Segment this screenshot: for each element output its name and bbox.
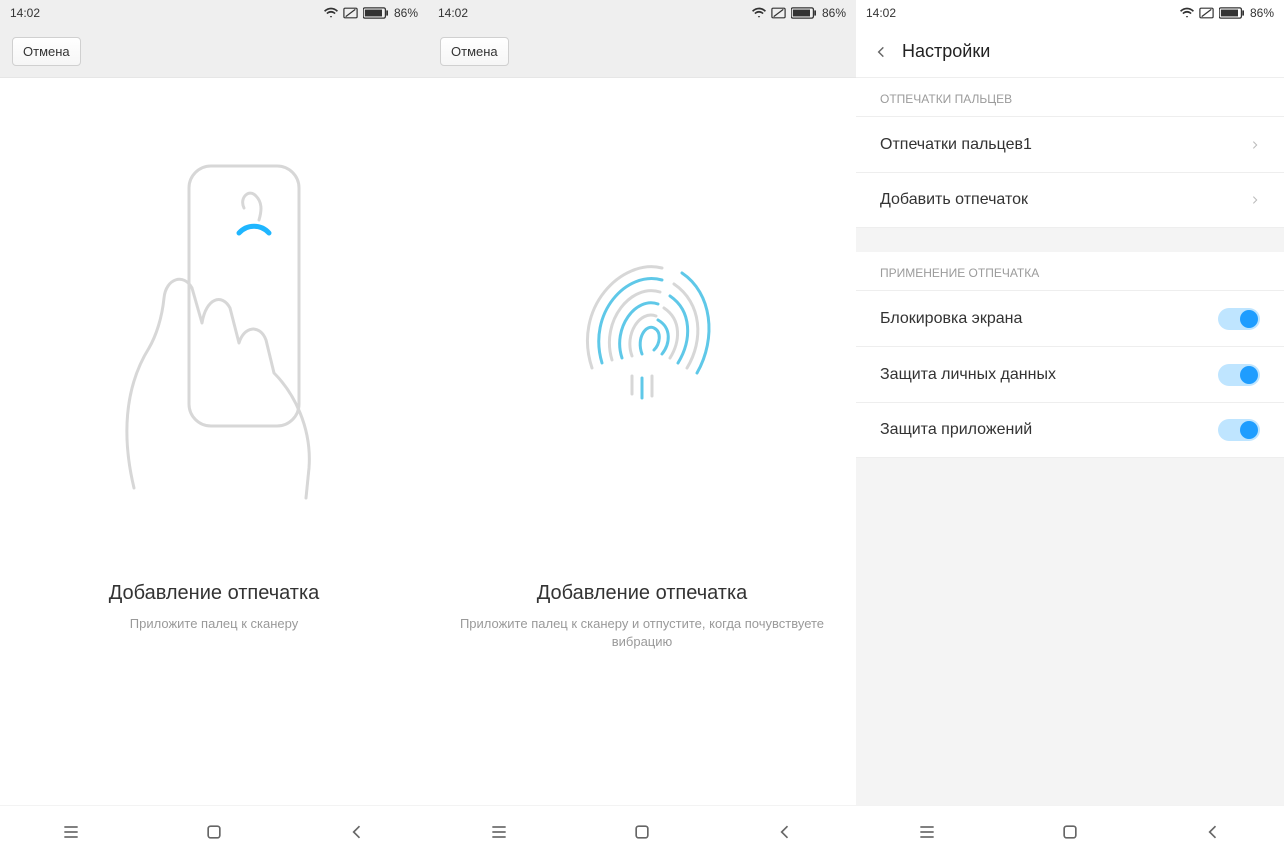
section-fingerprints-label: ОТПЕЧАТКИ ПАЛЬЦЕВ <box>856 78 1284 116</box>
no-sim-icon <box>771 7 786 19</box>
section-spacer <box>856 228 1284 252</box>
status-bar: 14:02 86% <box>428 0 856 26</box>
no-sim-icon <box>1199 7 1214 19</box>
wifi-icon <box>752 7 766 19</box>
status-icons: 86% <box>1180 6 1274 20</box>
toggle-privacy[interactable] <box>1218 364 1260 386</box>
row-label: Блокировка экрана <box>880 310 1022 328</box>
nav-bar <box>0 805 428 857</box>
battery-icon <box>1219 7 1245 19</box>
recents-icon[interactable] <box>489 822 509 842</box>
status-time: 14:02 <box>438 6 468 20</box>
battery-icon <box>791 7 817 19</box>
empty-fill <box>856 458 1284 805</box>
back-icon[interactable] <box>1203 822 1223 842</box>
battery-icon <box>363 7 389 19</box>
cancel-button[interactable]: Отмена <box>12 37 81 66</box>
wifi-icon <box>1180 7 1194 19</box>
chevron-right-icon <box>1250 137 1260 153</box>
nav-bar <box>428 805 856 857</box>
back-chevron-icon[interactable] <box>874 42 888 62</box>
status-time: 14:02 <box>10 6 40 20</box>
home-icon[interactable] <box>204 822 224 842</box>
header-bar: Отмена <box>428 26 856 78</box>
row-label: Защита личных данных <box>880 366 1056 384</box>
row-fingerprint-1[interactable]: Отпечатки пальцев1 <box>856 116 1284 172</box>
status-icons: 86% <box>752 6 846 20</box>
row-label: Добавить отпечаток <box>880 191 1028 209</box>
row-lockscreen[interactable]: Блокировка экрана <box>856 290 1284 346</box>
battery-percent: 86% <box>1250 6 1274 20</box>
content: Добавление отпечатка Приложите палец к с… <box>428 78 856 805</box>
row-privacy[interactable]: Защита личных данных <box>856 346 1284 402</box>
screen-2: 14:02 86% Отмена <box>428 0 856 857</box>
cancel-button[interactable]: Отмена <box>440 37 509 66</box>
screen-3: 14:02 86% Настройки ОТПЕЧАТКИ ПАЛЬЦЕВ От… <box>856 0 1284 857</box>
no-sim-icon <box>343 7 358 19</box>
recents-icon[interactable] <box>61 822 81 842</box>
add-fingerprint-subtitle: Приложите палец к сканеру и отпустите, к… <box>428 605 856 651</box>
add-fingerprint-title: Добавление отпечатка <box>109 582 320 605</box>
add-fingerprint-title: Добавление отпечатка <box>537 582 748 605</box>
recents-icon[interactable] <box>917 822 937 842</box>
status-bar: 14:02 86% <box>0 0 428 26</box>
home-icon[interactable] <box>1060 822 1080 842</box>
wifi-icon <box>324 7 338 19</box>
toggle-lockscreen[interactable] <box>1218 308 1260 330</box>
status-icons: 86% <box>324 6 418 20</box>
status-bar: 14:02 86% <box>856 0 1284 26</box>
settings-header: Настройки <box>856 26 1284 78</box>
row-apps[interactable]: Защита приложений <box>856 402 1284 458</box>
hand-illustration <box>0 78 428 578</box>
section-usage-label: ПРИМЕНЕНИЕ ОТПЕЧАТКА <box>856 252 1284 290</box>
chevron-right-icon <box>1250 192 1260 208</box>
status-time: 14:02 <box>866 6 896 20</box>
fingerprint-illustration <box>428 78 856 578</box>
home-icon[interactable] <box>632 822 652 842</box>
nav-bar <box>856 805 1284 857</box>
screen-1: 14:02 86% Отмена Добавление отпечатка Пр… <box>0 0 428 857</box>
add-fingerprint-subtitle: Приложите палец к сканеру <box>106 605 322 633</box>
battery-percent: 86% <box>822 6 846 20</box>
toggle-apps[interactable] <box>1218 419 1260 441</box>
row-label: Отпечатки пальцев1 <box>880 136 1032 154</box>
content: Добавление отпечатка Приложите палец к с… <box>0 78 428 805</box>
row-add-fingerprint[interactable]: Добавить отпечаток <box>856 172 1284 228</box>
back-icon[interactable] <box>347 822 367 842</box>
back-icon[interactable] <box>775 822 795 842</box>
row-label: Защита приложений <box>880 421 1032 439</box>
header-bar: Отмена <box>0 26 428 78</box>
settings-title: Настройки <box>902 41 990 62</box>
battery-percent: 86% <box>394 6 418 20</box>
